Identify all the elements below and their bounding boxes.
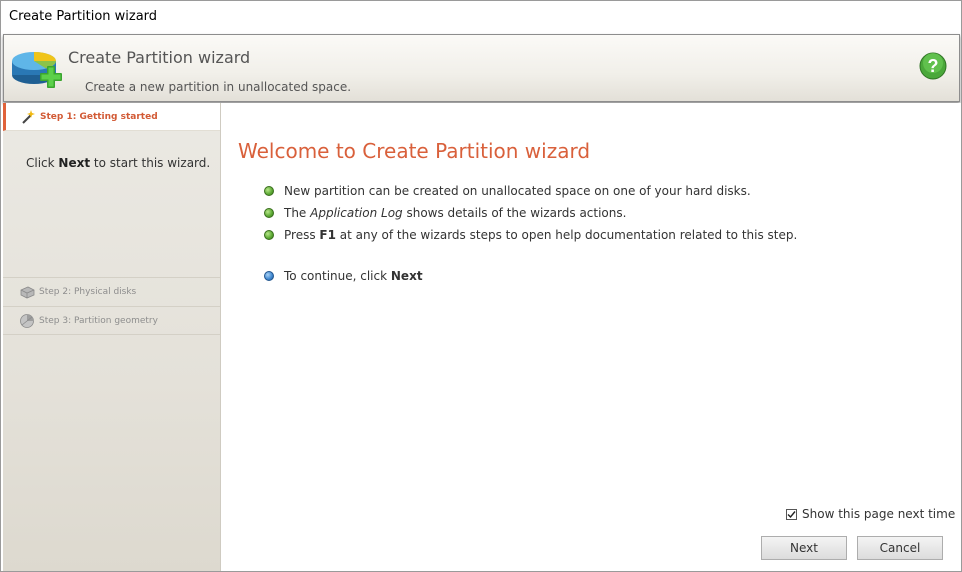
continue-bullet: To continue, click Next — [264, 269, 423, 283]
wizard-content: Welcome to Create Partition wizard New p… — [221, 103, 961, 571]
green-bullet-icon — [264, 186, 274, 196]
header-title: Create Partition wizard — [68, 48, 251, 67]
info-bullet: New partition can be created on unalloca… — [264, 184, 751, 198]
bullet-suffix: shows details of the wizards actions. — [402, 206, 627, 220]
info-bullet: Press F1 at any of the wizards steps to … — [264, 228, 797, 242]
bullet-text: Press F1 at any of the wizards steps to … — [284, 228, 797, 242]
step-description-prefix: Click — [26, 156, 59, 170]
bullet-prefix: Press — [284, 228, 320, 242]
green-bullet-icon — [264, 208, 274, 218]
continue-bold: Next — [390, 269, 423, 283]
step-label: Step 1: Getting started — [40, 111, 158, 122]
disk-add-icon — [12, 52, 62, 88]
bullet-prefix: The — [284, 206, 311, 220]
continue-prefix: To continue, click — [284, 269, 391, 283]
disk-icon — [20, 286, 35, 299]
header-subtitle: Create a new partition in unallocated sp… — [85, 80, 352, 94]
bullet-text: The Application Log shows details of the… — [284, 206, 626, 220]
checkmark-icon — [787, 510, 796, 518]
green-bullet-icon — [264, 230, 274, 240]
step-getting-started[interactable]: Step 1: Getting started — [3, 103, 220, 131]
bullet-italic: Application Log — [310, 206, 403, 220]
welcome-title: Welcome to Create Partition wizard — [238, 139, 591, 163]
step-label: Step 3: Partition geometry — [39, 315, 158, 326]
info-bullet: The Application Log shows details of the… — [264, 206, 626, 220]
step-physical-disks[interactable]: Step 2: Physical disks — [3, 277, 220, 306]
bullet-bold: F1 — [319, 228, 336, 242]
title-bar: Create Partition wizard — [1, 1, 961, 31]
window-title: Create Partition wizard — [9, 8, 158, 24]
bullet-suffix: at any of the wizards steps to open help… — [335, 228, 798, 242]
steps-sidebar: Step 1: Getting started Click Next to st… — [3, 103, 221, 571]
show-page-label: Show this page next time — [802, 507, 956, 521]
blue-bullet-icon — [264, 271, 274, 281]
wizard-header: Create Partition wizard Create a new par… — [3, 34, 960, 102]
step-description-bold: Next — [58, 156, 91, 170]
wand-icon — [22, 109, 35, 124]
next-button[interactable]: Next — [761, 536, 847, 560]
step-description-suffix: to start this wizard. — [90, 156, 211, 170]
show-page-option[interactable]: Show this page next time — [786, 507, 955, 521]
wizard-window: Create Partition wizard Create Partition… — [0, 0, 962, 572]
cancel-button[interactable]: Cancel — [857, 536, 943, 560]
step-description: Click Next to start this wizard. — [26, 156, 210, 170]
step-label: Step 2: Physical disks — [39, 287, 137, 297]
show-page-checkbox[interactable] — [786, 508, 797, 520]
partition-icon — [20, 313, 34, 328]
step-partition-geometry[interactable]: Step 3: Partition geometry — [3, 306, 220, 335]
bullet-text: New partition can be created on unalloca… — [284, 184, 751, 198]
help-icon[interactable]: ? — [919, 52, 947, 80]
continue-text: To continue, click Next — [284, 269, 423, 283]
svg-text:?: ? — [928, 56, 939, 76]
